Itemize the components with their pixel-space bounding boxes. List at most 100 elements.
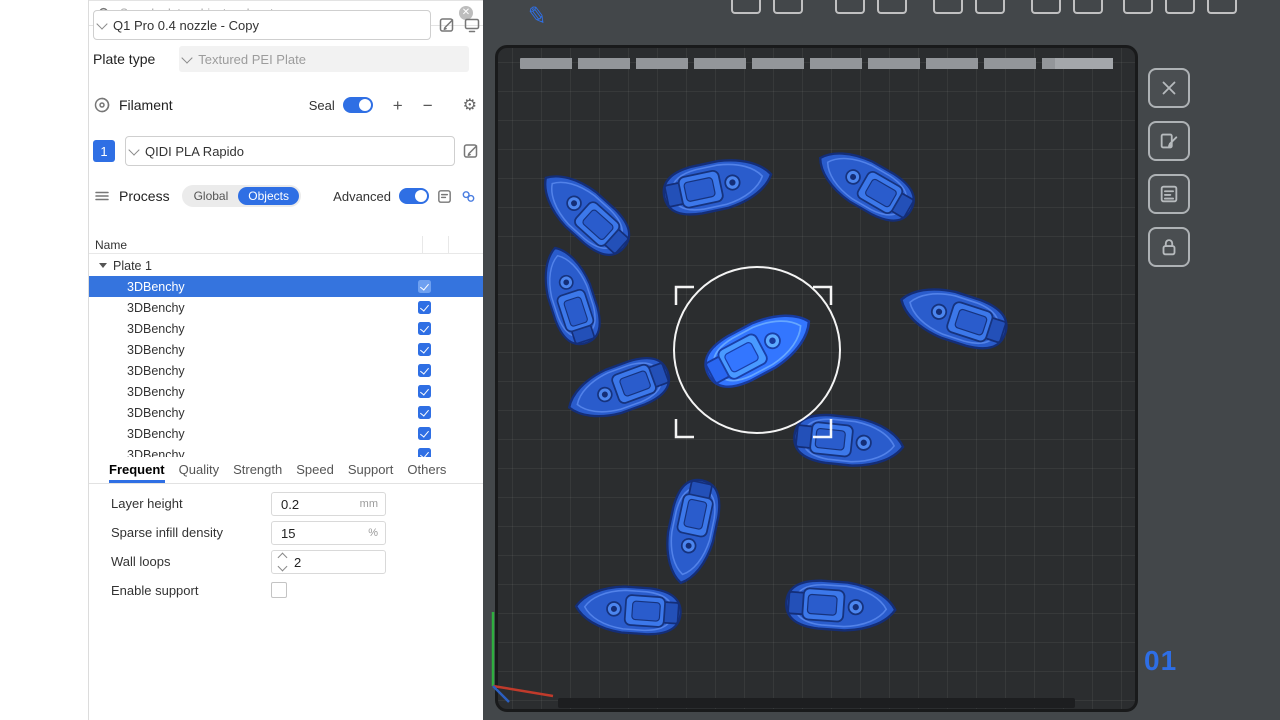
printer-device-button[interactable] (463, 16, 481, 34)
toolbar-fragment-icon (835, 0, 865, 14)
enable-support-label: Enable support (111, 583, 198, 598)
toolbar-fragment-icon (877, 0, 907, 14)
plate-type-select[interactable]: Textured PEI Plate (179, 46, 469, 72)
sparse-infill-unit: % (368, 527, 378, 539)
wall-loops-value: 2 (294, 555, 301, 570)
tab-others[interactable]: Others (407, 462, 446, 483)
collapse-triangle-icon[interactable] (99, 263, 107, 272)
object-list: Plate 1 3DBenchy3DBenchy3DBenchy3DBenchy… (89, 255, 483, 457)
edit-icon (462, 142, 480, 160)
object-row[interactable]: 3DBenchy (89, 297, 483, 318)
close-icon (1158, 77, 1180, 99)
viewport-3d[interactable]: ✎ (483, 0, 1280, 720)
tab-support[interactable]: Support (348, 462, 394, 483)
printer-select[interactable]: Q1 Pro 0.4 nozzle - Copy (93, 10, 431, 40)
sparse-infill-row: Sparse infill density % (89, 521, 483, 545)
layer-height-label: Layer height (111, 496, 183, 511)
object-visible-checkbox[interactable] (418, 385, 431, 398)
object-visible-checkbox[interactable] (418, 364, 431, 377)
tab-frequent[interactable]: Frequent (109, 462, 165, 483)
sparse-infill-input[interactable] (279, 525, 343, 542)
chevron-down-icon (128, 144, 139, 155)
filament-title: Filament (119, 97, 173, 113)
object-name: 3DBenchy (127, 427, 185, 441)
object-row[interactable]: 3DBenchy (89, 339, 483, 360)
process-header: Process Global Objects Advanced (93, 182, 477, 210)
filament-select[interactable]: QIDI PLA Rapido (125, 136, 455, 166)
filament-slot-number[interactable]: 1 (93, 140, 115, 162)
toolbar-fragment-icon (975, 0, 1005, 14)
lock-button[interactable] (1148, 227, 1190, 267)
edit-icon (438, 16, 456, 34)
remove-filament-button[interactable]: − (423, 97, 433, 114)
process-title: Process (119, 188, 170, 204)
seal-toggle[interactable] (343, 97, 373, 113)
draw-pencil-icon[interactable]: ✎ (525, 1, 549, 33)
toolbar-fragment-icon (1031, 0, 1061, 14)
filament-slot-row: 1 QIDI PLA Rapido (93, 135, 481, 167)
object-name: 3DBenchy (127, 343, 185, 357)
toolbar-fragment-icon (1123, 0, 1153, 14)
edit-printer-button[interactable] (438, 16, 456, 34)
object-visible-checkbox[interactable] (418, 280, 431, 293)
filament-header: Filament Seal + − ⚙ (93, 90, 477, 120)
object-visible-checkbox[interactable] (418, 343, 431, 356)
preset-list-icon[interactable] (436, 188, 453, 205)
arrange-button[interactable] (1148, 174, 1190, 214)
advanced-label: Advanced (333, 189, 391, 204)
enable-support-checkbox[interactable] (271, 582, 287, 598)
object-row[interactable]: 3DBenchy (89, 381, 483, 402)
compare-presets-icon[interactable] (460, 188, 477, 205)
filament-icon (93, 96, 111, 114)
object-table-header: Name (89, 236, 483, 254)
object-name: 3DBenchy (127, 448, 185, 458)
plate-type-label: Plate type (93, 51, 155, 67)
left-collapsed-strip (0, 0, 89, 720)
object-visible-checkbox[interactable] (418, 448, 431, 457)
arrange-icon (1158, 183, 1180, 205)
sparse-infill-label: Sparse infill density (111, 525, 223, 540)
wall-loops-stepper[interactable]: 2 (271, 550, 386, 574)
plate-number-label[interactable]: 01 (1144, 645, 1177, 677)
plate-type-value: Textured PEI Plate (198, 52, 306, 67)
object-row[interactable]: 3DBenchy (89, 444, 483, 457)
device-icon (463, 16, 481, 34)
plate-type-row: Plate type Textured PEI Plate (93, 45, 481, 73)
object-row[interactable]: 3DBenchy (89, 276, 483, 297)
process-layers-icon (93, 187, 111, 205)
object-visible-checkbox[interactable] (418, 301, 431, 314)
tabs: Frequent Quality Strength Speed Support Other… (89, 457, 483, 484)
object-row[interactable]: 3DBenchy (89, 423, 483, 444)
scope-global-button[interactable]: Global (184, 187, 239, 205)
plate-row[interactable]: Plate 1 (89, 255, 483, 276)
object-row[interactable]: 3DBenchy (89, 318, 483, 339)
stepper-arrows-icon[interactable] (279, 554, 286, 570)
auto-orient-button[interactable] (1148, 121, 1190, 161)
filament-settings-gear-icon[interactable]: ⚙ (463, 95, 477, 115)
object-row[interactable]: 3DBenchy (89, 402, 483, 423)
layer-height-input[interactable] (279, 496, 343, 513)
chevron-down-icon (96, 18, 107, 29)
delete-button[interactable] (1148, 68, 1190, 108)
layer-height-field: mm (271, 492, 386, 516)
scope-objects-button[interactable]: Objects (238, 187, 299, 205)
object-visible-checkbox[interactable] (418, 427, 431, 440)
settings-panel: Layer height mm Sparse infill density % … (89, 492, 483, 608)
tab-speed[interactable]: Speed (296, 462, 334, 483)
print-bed[interactable] (495, 45, 1138, 712)
object-row[interactable]: 3DBenchy (89, 360, 483, 381)
add-filament-button[interactable]: + (393, 97, 403, 114)
object-name: 3DBenchy (127, 364, 185, 378)
layer-height-unit: mm (360, 498, 378, 510)
object-visible-checkbox[interactable] (418, 322, 431, 335)
process-scope-switch: Global Objects (182, 185, 301, 207)
seal-label: Seal (309, 98, 335, 113)
edit-filament-button[interactable] (462, 142, 480, 160)
advanced-toggle[interactable] (399, 188, 429, 204)
enable-support-row: Enable support (89, 579, 483, 603)
tab-strength[interactable]: Strength (233, 462, 282, 483)
tab-quality[interactable]: Quality (179, 462, 219, 483)
bed-front-edge (558, 698, 1075, 708)
object-visible-checkbox[interactable] (418, 406, 431, 419)
sparse-infill-field: % (271, 521, 386, 545)
